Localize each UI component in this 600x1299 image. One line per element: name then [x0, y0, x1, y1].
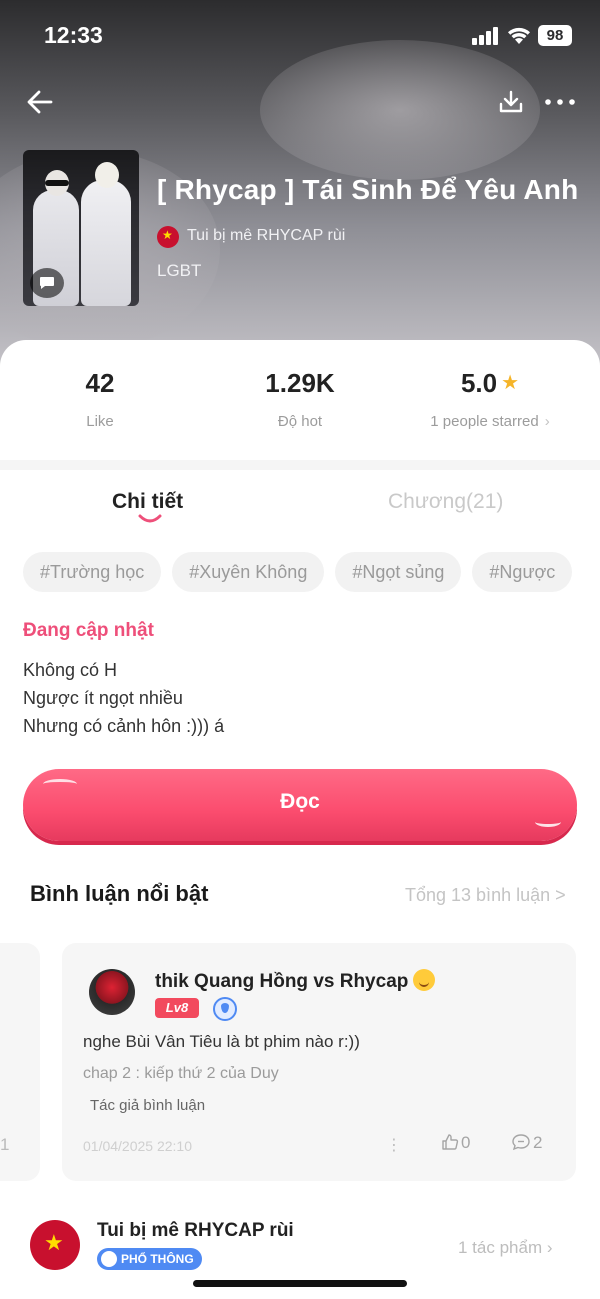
stat-like: 42 Like: [85, 368, 115, 430]
comment-more-icon[interactable]: ⋮: [386, 1135, 402, 1155]
tab-bar: Chi tiết Chương(21): [0, 486, 600, 536]
reply-button[interactable]: 2: [511, 1133, 542, 1153]
wifi-icon: [508, 27, 530, 44]
comment-card[interactable]: thik Quang Hồng vs Rhycap Lv8 nghe Bùi V…: [62, 943, 576, 1181]
smile-emoji-icon: [413, 969, 436, 991]
tab-active-indicator: [138, 514, 162, 523]
book-cover-image[interactable]: [23, 150, 139, 306]
stat-hot: 1.29K Độ hot: [265, 368, 335, 430]
comment-date: 01/04/2025 22:10: [83, 1138, 192, 1154]
chat-bubble-icon: [30, 268, 64, 298]
star-icon: ★: [501, 372, 520, 394]
water-drop-badge-icon: [213, 997, 237, 1021]
like-button[interactable]: 0: [441, 1133, 470, 1153]
section-divider: [0, 460, 600, 470]
stat-rating[interactable]: 5.0 ★ 1 people starred ›: [400, 368, 580, 430]
author-avatar[interactable]: [157, 226, 179, 248]
comment-chapter-quote: chap 2 : kiếp thứ 2 của Duy: [83, 1065, 279, 1082]
update-status: Đang cập nhật: [23, 620, 154, 641]
thumbs-up-icon: [442, 1134, 459, 1150]
home-indicator: [193, 1280, 407, 1287]
chevron-right-icon: ›: [544, 413, 550, 430]
battery-indicator: 98: [538, 25, 572, 46]
tag-chip[interactable]: #Ngược: [472, 552, 573, 592]
comment-card-previous[interactable]: 1: [0, 943, 40, 1181]
author-section[interactable]: Tui bị mê RHYCAP rùi PHỔ THÔNG 1 tác phẩ…: [0, 1210, 600, 1290]
cellular-signal-icon: [472, 27, 500, 45]
stats-row: 42 Like 1.29K Độ hot 5.0 ★ 1 people starr…: [0, 340, 600, 460]
author-section-name: Tui bị mê RHYCAP rùi: [97, 1220, 294, 1241]
author-comment-tag: Tác giả bình luận: [90, 1097, 206, 1114]
tag-chip[interactable]: #Ngọt sủng: [335, 552, 462, 592]
read-button[interactable]: Đọc: [23, 769, 577, 841]
membership-badge: PHỔ THÔNG: [97, 1248, 202, 1270]
all-comments-link[interactable]: Tổng 13 bình luận >: [405, 885, 566, 906]
tag-chip[interactable]: #Xuyên Không: [172, 552, 325, 592]
author-name-link[interactable]: Tui bị mê RHYCAP rùi: [187, 227, 345, 245]
more-options-icon[interactable]: [544, 90, 576, 114]
book-title: [ Rhycap ] Tái Sinh Để Yêu Anh: [157, 174, 579, 205]
comment-bubble-icon: [512, 1134, 530, 1151]
status-time: 12:33: [44, 22, 103, 48]
content-panel: 42 Like 1.29K Độ hot 5.0 ★ 1 people starr…: [0, 340, 600, 1299]
tab-detail[interactable]: Chi tiết: [112, 490, 183, 514]
tab-chapters[interactable]: Chương(21): [388, 490, 503, 514]
tag-list: #Trường học #Xuyên Không #Ngọt sủng #Ngược: [23, 552, 578, 594]
download-icon[interactable]: [498, 89, 524, 115]
commenter-avatar[interactable]: [89, 969, 135, 1015]
description: Không có H Ngược ít ngọt nhiều Nhưng có …: [23, 660, 225, 736]
comments-section-title: Bình luận nổi bật: [30, 881, 209, 906]
status-bar: 12:33 98: [0, 0, 600, 70]
tag-chip[interactable]: #Trường học: [23, 552, 162, 592]
book-genre: LGBT: [157, 261, 202, 280]
author-works-link[interactable]: 1 tác phẩm ›: [458, 1238, 553, 1258]
author-section-avatar[interactable]: [30, 1220, 80, 1270]
comment-text: nghe Bùi Vân Tiêu là bt phim nào r:)): [83, 1032, 360, 1051]
level-badge: Lv8: [155, 998, 199, 1018]
back-arrow-icon[interactable]: [24, 86, 56, 118]
commenter-name: thik Quang Hồng vs Rhycap: [155, 969, 436, 993]
